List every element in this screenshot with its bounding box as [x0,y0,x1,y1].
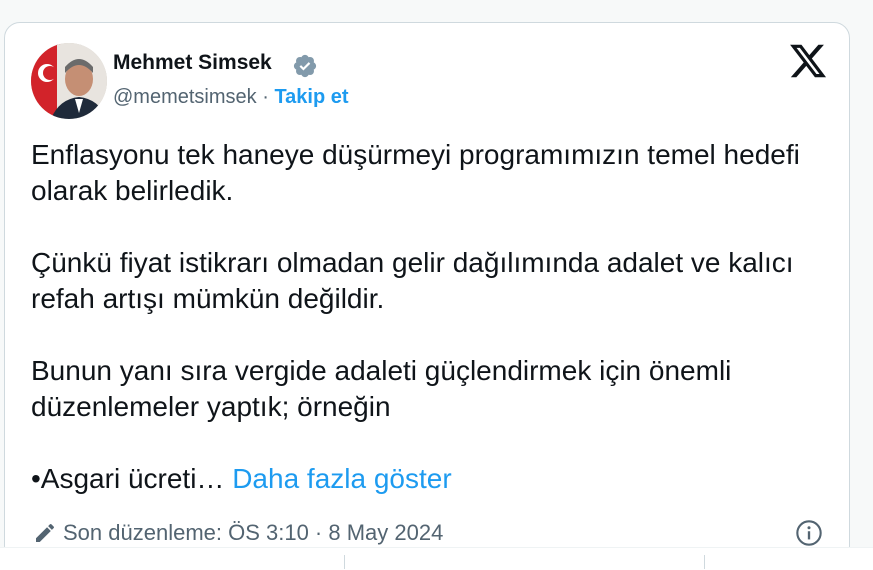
follow-link[interactable]: Takip et [274,86,348,108]
handle-row: @memetsimsek · Takip et [113,86,349,109]
author-name[interactable]: Mehmet Simsek [113,51,272,75]
divider [704,555,705,569]
tweet-truncated-paragraph: •Asgari ücreti… Daha fazla göster [31,461,831,497]
tweet-paragraph: Çünkü fiyat istikrarı olmadan gelir dağı… [31,247,794,314]
verified-badge-icon [293,54,317,78]
tweet-paragraph: Bunun yanı sıra vergide adaleti güçlendi… [31,355,732,422]
truncated-text: •Asgari ücreti… [31,463,225,494]
info-icon[interactable] [795,519,823,547]
tweet-card: Mehmet Simsek @memetsimsek · Takip et En… [4,22,850,562]
tweet-paragraph: Enflasyonu tek haneye düşürmeyi programı… [31,139,800,206]
x-logo-icon[interactable] [788,41,828,81]
show-more-link[interactable]: Daha fazla göster [232,463,451,494]
edited-timestamp[interactable]: Son düzenleme: ÖS 3:10 · 8 May 2024 [33,520,443,546]
author-handle[interactable]: @memetsimsek [113,86,257,108]
handle-separator: · [256,86,275,108]
action-bar [0,547,873,570]
edited-label: Son düzenleme: ÖS 3:10 · 8 May 2024 [63,520,444,545]
author-avatar[interactable] [31,43,107,119]
tweet-text: Enflasyonu tek haneye düşürmeyi programı… [31,137,831,497]
divider [344,555,345,569]
pencil-icon [36,523,55,542]
